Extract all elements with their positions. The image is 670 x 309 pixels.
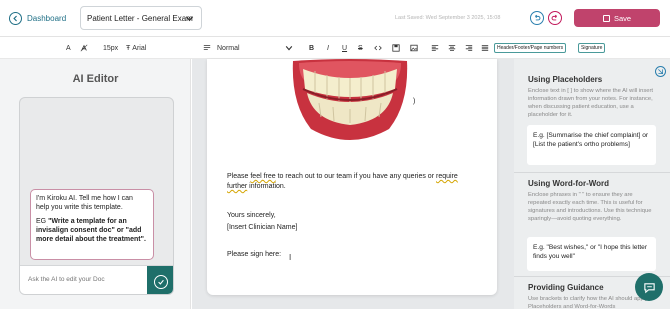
spellcheck-text: feel free: [250, 173, 276, 180]
last-saved-status: Last Saved: Wed September 3 2025, 15:08: [395, 15, 501, 21]
insert-header-footer-button[interactable]: Header/Footer/Page numbers: [494, 43, 567, 53]
italic-button[interactable]: I: [327, 43, 329, 53]
ai-welcome-message: I'm Kiroku AI. Tell me how I can help yo…: [30, 189, 154, 260]
paragraph-style-select[interactable]: Normal: [203, 43, 240, 53]
ai-intro-text: I'm Kiroku AI. Tell me how I can help yo…: [36, 195, 133, 211]
check-icon: [154, 274, 168, 289]
document-canvas: ) Please feel free to reach out to our t…: [192, 59, 514, 309]
bold-button[interactable]: B: [309, 43, 314, 53]
ai-editor-title: AI Editor: [72, 73, 119, 85]
save-label: Save: [613, 13, 632, 23]
clear-format-icon: [80, 44, 88, 52]
document-page[interactable]: ) Please feel free to reach out to our t…: [207, 59, 497, 295]
redo-icon: [551, 14, 557, 21]
chevron-left-icon: [9, 11, 22, 25]
text-cursor-icon: I: [289, 253, 292, 262]
ai-editor-panel: AI Editor I'm Kiroku AI. Tell me how I c…: [0, 59, 191, 309]
strikethrough-button[interactable]: S: [358, 43, 363, 53]
placeholders-title: Using Placeholders: [528, 75, 603, 84]
contact-paragraph: Please feel free to reach out to our tea…: [227, 172, 477, 192]
document-template-select[interactable]: Patient Letter - General Exam: [80, 6, 202, 30]
save-icon: [602, 14, 610, 22]
guidance-title: Providing Guidance: [528, 283, 604, 292]
dashboard-back-button[interactable]: Dashboard: [9, 11, 66, 25]
code-icon: [374, 45, 382, 51]
image-icon: [410, 44, 418, 52]
text-color-label: A: [66, 44, 71, 52]
word-for-word-example: E.g. "Best wishes," or "I hope this lett…: [527, 237, 656, 271]
spellcheck-text: further: [227, 183, 248, 190]
align-right-icon: [465, 45, 473, 51]
font-family-select[interactable]: Ŧ Arial: [126, 43, 146, 53]
paragraph-style-label: Normal: [217, 44, 240, 52]
teeth-image: [292, 59, 408, 140]
redo-button[interactable]: [548, 11, 562, 25]
font-family-label: Arial: [132, 44, 147, 52]
ai-prompt-input[interactable]: [28, 276, 138, 283]
save-button[interactable]: Save: [574, 9, 660, 27]
image-button[interactable]: [410, 43, 418, 53]
ai-input-row: [20, 265, 173, 294]
save-block-button[interactable]: [392, 43, 400, 53]
chat-bubble-icon: [643, 282, 655, 293]
align-right-button[interactable]: [465, 43, 473, 53]
align-justify-icon: [481, 45, 489, 51]
dashboard-label: Dashboard: [27, 13, 67, 23]
top-bar: Dashboard Patient Letter - General Exam …: [0, 0, 670, 37]
signature-prompt: Please sign here:: [227, 251, 282, 258]
align-left-button[interactable]: [431, 43, 439, 53]
align-center-button[interactable]: [448, 43, 456, 53]
floppy-icon: [392, 44, 400, 52]
align-center-icon: [448, 45, 456, 51]
closing-line: Yours sincerely,: [227, 212, 276, 219]
chevron-down-icon: [185, 16, 194, 22]
spellcheck-text: require: [435, 173, 458, 180]
paragraph-icon: [203, 45, 211, 50]
underline-button[interactable]: U: [342, 43, 347, 53]
code-button[interactable]: [374, 43, 382, 53]
align-left-icon: [431, 45, 439, 51]
word-for-word-description: Enclose phrases in " " to ensure they ar…: [528, 192, 652, 222]
insert-signature-button[interactable]: Signature: [578, 43, 606, 53]
text-color-button[interactable]: A: [66, 43, 71, 53]
align-justify-button[interactable]: [481, 43, 489, 53]
example-quote: "Write a template for an invisalign cons…: [36, 218, 146, 243]
clinician-placeholder: [Insert Clinician Name]: [227, 224, 298, 231]
font-size-select[interactable]: 15px: [103, 43, 118, 53]
ai-example-text: EG "Write a template for an invisalign c…: [36, 217, 148, 244]
chevron-down-icon: [285, 46, 293, 51]
para-text: to reach out to our team if you have any…: [275, 173, 436, 180]
style-dropdown-chevron[interactable]: [285, 43, 293, 53]
image-caret: ): [413, 98, 416, 105]
guidance-description: Use brackets to clarify how the AI shoul…: [528, 296, 648, 309]
collapse-panel-icon[interactable]: [655, 66, 666, 77]
example-prefix: EG: [36, 218, 49, 225]
undo-button[interactable]: [530, 11, 544, 25]
formatting-toolbar: A 15px Ŧ Arial Normal B I U S Header/Foo…: [0, 37, 670, 59]
font-family-icon: Ŧ: [126, 44, 131, 52]
ai-chat-area: I'm Kiroku AI. Tell me how I can help yo…: [19, 97, 174, 295]
undo-icon: [535, 14, 541, 21]
support-chat-button[interactable]: [635, 273, 663, 301]
placeholders-example: E.g. [Summarise the chief complaint] or …: [527, 125, 656, 165]
ai-send-button[interactable]: [147, 266, 173, 294]
document-title: Patient Letter - General Exam: [87, 13, 193, 23]
section-divider: [514, 172, 670, 173]
word-for-word-title: Using Word-for-Word: [528, 179, 610, 188]
placeholders-description: Enclose text in [ ] to show where the AI…: [528, 88, 654, 118]
tips-panel: Using Placeholders Enclose text in [ ] t…: [514, 59, 670, 309]
clear-format-button[interactable]: [80, 43, 88, 53]
para-text: Please: [227, 173, 251, 180]
para-text: information.: [247, 183, 286, 190]
